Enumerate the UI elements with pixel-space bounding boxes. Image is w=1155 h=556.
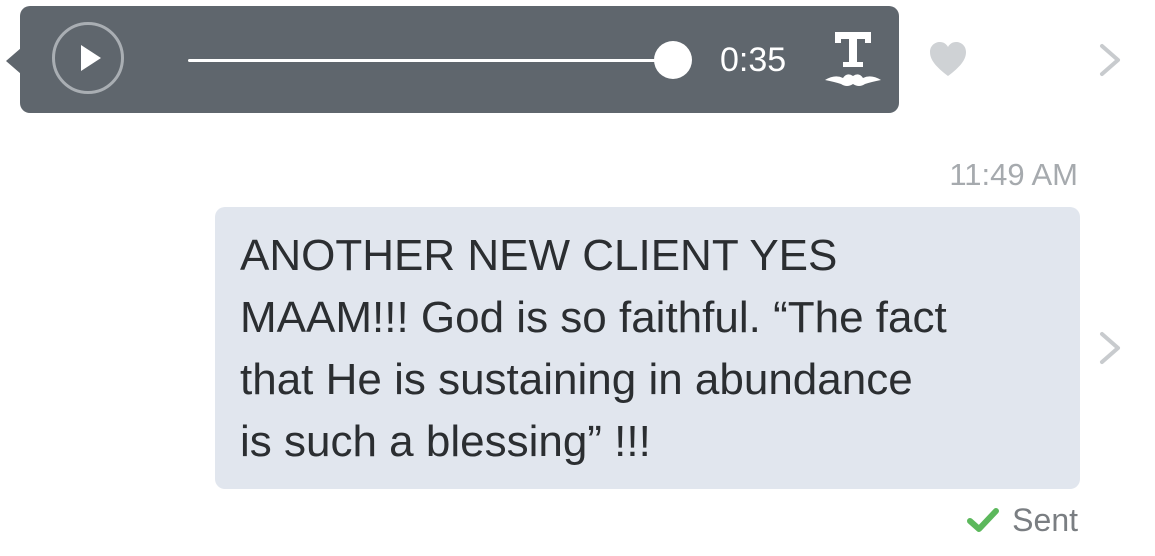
heart-icon[interactable] bbox=[928, 40, 968, 78]
status-label: Sent bbox=[1012, 502, 1078, 538]
audio-message-bubble: 0:35 bbox=[20, 6, 899, 113]
message-body: ANOTHER NEW CLIENT YES MAAM!!! God is so… bbox=[240, 231, 947, 466]
checkmark-icon bbox=[967, 508, 1000, 532]
delivery-status: Sent bbox=[966, 500, 1078, 540]
text-message-bubble[interactable]: ANOTHER NEW CLIENT YES MAAM!!! God is so… bbox=[215, 207, 1080, 489]
transcribe-icon[interactable] bbox=[821, 28, 885, 92]
play-icon bbox=[81, 45, 101, 71]
audio-details-chevron-icon[interactable] bbox=[1096, 42, 1126, 78]
message-thread: 0:35 11:49 AM ANOTHER NEW CLIENT YES MAA… bbox=[0, 0, 1155, 556]
play-button[interactable] bbox=[52, 22, 124, 94]
audio-duration: 0:35 bbox=[720, 41, 787, 79]
audio-bubble-tail bbox=[6, 48, 21, 74]
audio-progress-thumb[interactable] bbox=[654, 41, 692, 79]
audio-progress-track[interactable] bbox=[188, 59, 676, 62]
message-timestamp: 11:49 AM bbox=[949, 157, 1078, 192]
message-details-chevron-icon[interactable] bbox=[1096, 330, 1126, 366]
